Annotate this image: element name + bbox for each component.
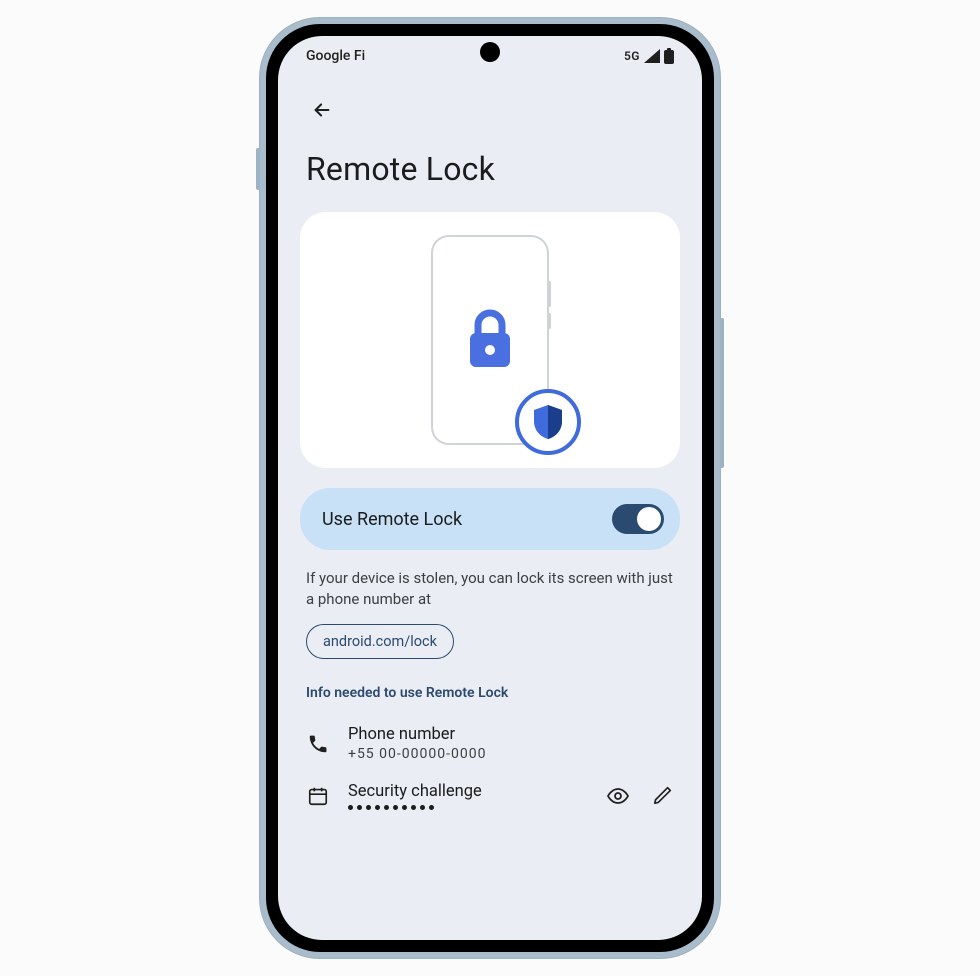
visibility-icon[interactable]: [606, 784, 630, 808]
back-button[interactable]: [306, 94, 338, 126]
arrow-back-icon: [311, 99, 333, 121]
phone-value: +55 00-00000-0000: [348, 746, 486, 762]
camera-hole: [480, 42, 500, 62]
signal-icon: [644, 49, 660, 63]
battery-icon: [664, 48, 674, 64]
list-item-phone[interactable]: Phone number +55 00-00000-0000: [300, 715, 680, 772]
shield-badge: [515, 389, 581, 455]
edit-icon[interactable]: [652, 784, 674, 806]
phone-frame: Google Fi 5G Remote Lock: [260, 18, 720, 958]
feature-description: If your device is stolen, you can lock i…: [300, 568, 680, 610]
illustration-phone: [431, 235, 549, 445]
toggle-label: Use Remote Lock: [322, 509, 462, 530]
network-label: 5G: [624, 49, 640, 63]
phone-title: Phone number: [348, 725, 486, 744]
phone-icon: [307, 733, 329, 755]
switch-on[interactable]: [612, 504, 664, 534]
lock-icon: [464, 309, 516, 371]
screen: Google Fi 5G Remote Lock: [278, 36, 702, 940]
calendar-icon: [307, 785, 329, 807]
carrier-label: Google Fi: [306, 48, 365, 64]
security-title: Security challenge: [348, 782, 482, 801]
use-remote-lock-toggle[interactable]: Use Remote Lock: [300, 488, 680, 550]
lock-url-chip[interactable]: android.com/lock: [306, 624, 454, 659]
security-hidden-value: [348, 805, 482, 810]
illustration-card: [300, 212, 680, 468]
shield-icon: [531, 403, 565, 441]
page-title: Remote Lock: [300, 150, 680, 212]
section-hint: Info needed to use Remote Lock: [300, 685, 680, 701]
list-item-security[interactable]: Security challenge: [300, 772, 680, 820]
